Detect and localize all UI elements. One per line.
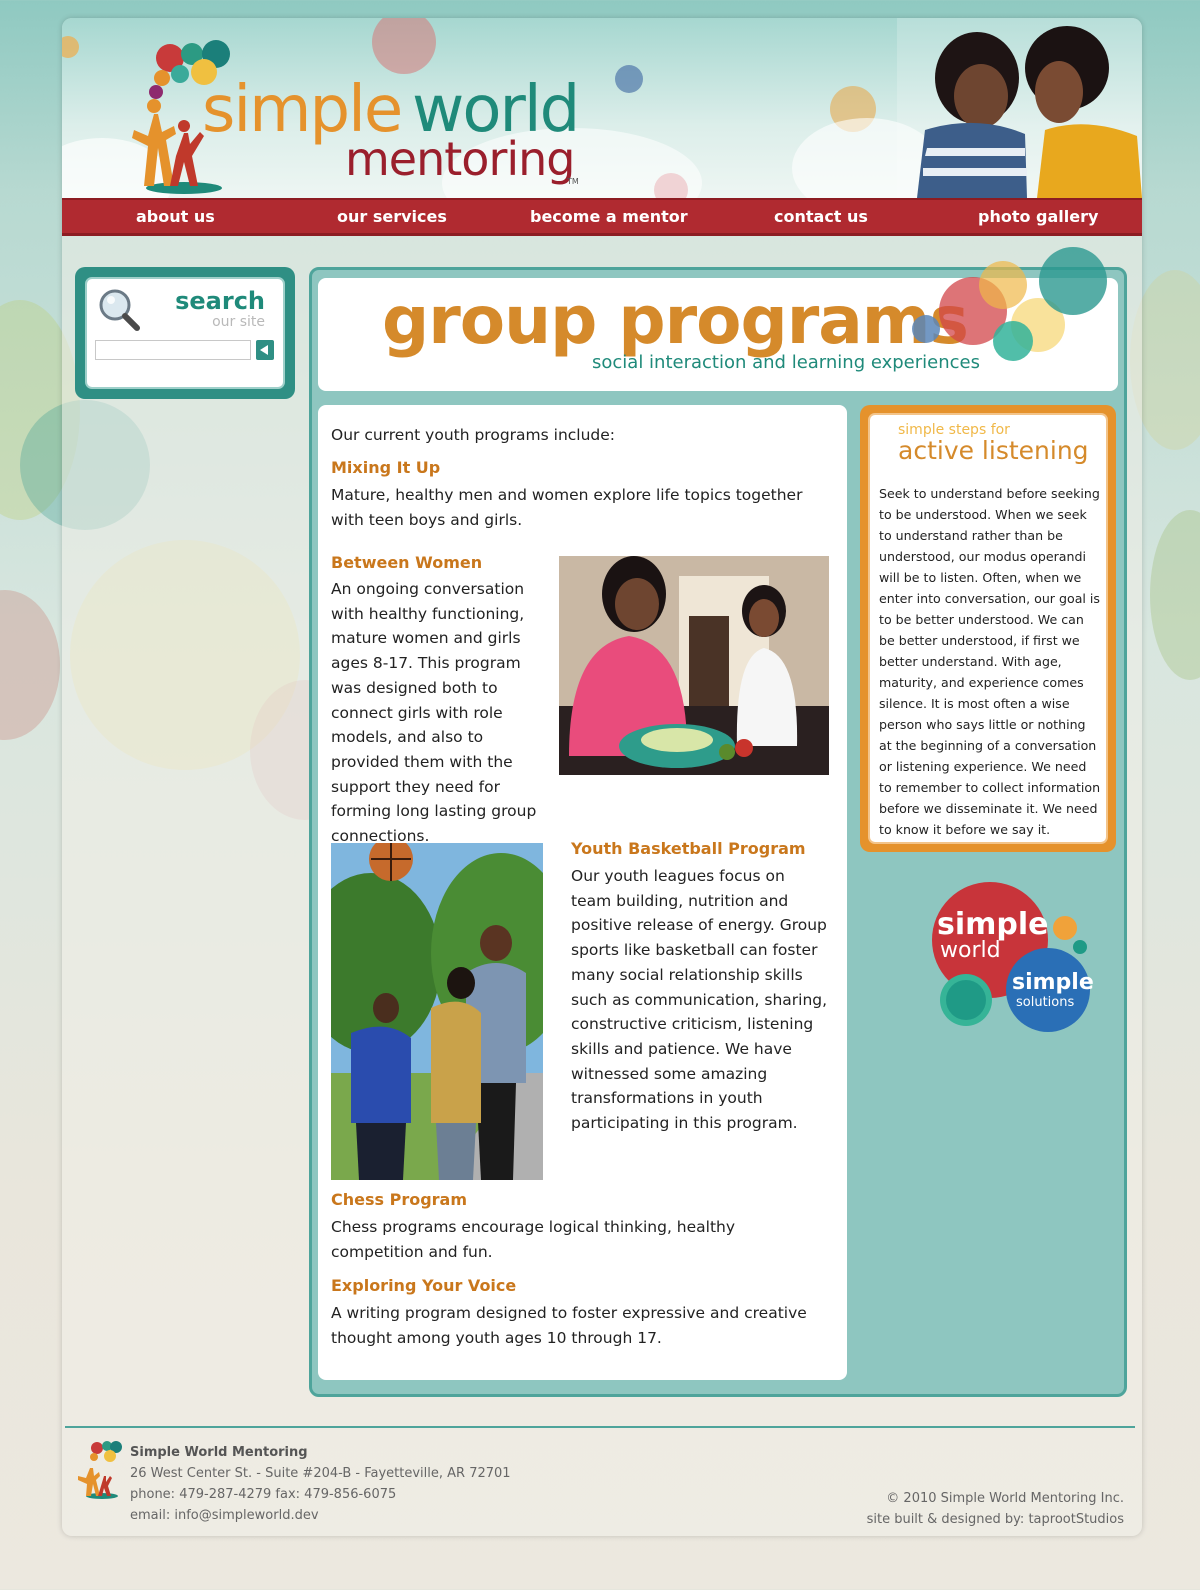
background-bokeh bbox=[0, 590, 60, 740]
active-listening-title: active listening bbox=[898, 436, 1089, 465]
program-title-chess: Chess Program bbox=[331, 1190, 468, 1209]
magnifier-icon bbox=[99, 289, 140, 331]
badge-world-text: world bbox=[940, 938, 1001, 963]
footer-copyright: © 2010 Simple World Mentoring Inc. bbox=[886, 1491, 1124, 1506]
search-widget: search our site bbox=[75, 267, 295, 399]
search-submit-button[interactable] bbox=[256, 340, 274, 360]
search-subtitle: our site bbox=[212, 314, 265, 330]
logo-trademark: TM bbox=[567, 177, 579, 186]
header-photo-women bbox=[897, 18, 1142, 198]
badge-simple-text: simple bbox=[937, 907, 1049, 942]
nav-our-services[interactable]: our services bbox=[337, 200, 447, 233]
page-title: group programs bbox=[382, 282, 969, 359]
program-title-exploring-your-voice: Exploring Your Voice bbox=[331, 1276, 517, 1295]
footer-credit[interactable]: site built & designed by: taprootStudios bbox=[867, 1509, 1124, 1530]
nav-contact-us[interactable]: contact us bbox=[774, 200, 868, 233]
nav-become-a-mentor[interactable]: become a mentor bbox=[530, 200, 688, 233]
play-arrow-icon bbox=[260, 345, 268, 355]
footer-email[interactable]: email: info@simpleworld.dev bbox=[130, 1505, 319, 1526]
page-body: { "header": { "logo_simple": "simple", "… bbox=[0, 0, 1200, 1590]
header-bubble bbox=[62, 36, 79, 58]
header: simple world mentoring TM bbox=[62, 18, 1142, 198]
badge-simple2-text: simple bbox=[1012, 970, 1094, 995]
program-text-youth-basketball: Our youth leagues focus on team building… bbox=[571, 867, 828, 1133]
footer-org-name: Simple World Mentoring bbox=[130, 1445, 308, 1460]
intro-text: Our current youth programs include: bbox=[331, 426, 616, 444]
search-title: search bbox=[175, 287, 265, 315]
program-text-mixing-it-up: Mature, healthy men and women explore li… bbox=[331, 486, 803, 529]
background-bokeh bbox=[1150, 510, 1200, 680]
footer-logo-icon bbox=[78, 1441, 122, 1499]
footer-phone: phone: 479-287-4279 fax: 479-856-6075 bbox=[130, 1487, 397, 1502]
program-text-chess: Chess programs encourage logical thinkin… bbox=[331, 1218, 736, 1261]
active-listening-kicker: simple steps for bbox=[898, 422, 1010, 438]
badge-solutions-text: solutions bbox=[1016, 995, 1075, 1010]
search-widget-inner: search our site bbox=[85, 277, 285, 389]
program-title-youth-basketball: Youth Basketball Program bbox=[571, 839, 806, 858]
footer-divider bbox=[65, 1426, 1135, 1428]
program-title-mixing-it-up: Mixing It Up bbox=[331, 458, 441, 477]
main-nav: about us our services become a mentor co… bbox=[62, 198, 1142, 236]
header-bubble bbox=[615, 65, 643, 93]
active-listening-box: simple steps for active listening Seek t… bbox=[860, 405, 1116, 852]
photo-youth-basketball bbox=[331, 843, 543, 1180]
banner-bubbles-icon bbox=[912, 247, 1107, 361]
logo-mentoring-text: mentoring bbox=[345, 132, 575, 186]
main-content: Our current youth programs include: Mixi… bbox=[318, 405, 847, 1380]
header-bubble bbox=[372, 18, 436, 74]
nav-about-us[interactable]: about us bbox=[136, 200, 215, 233]
simple-solutions-badge[interactable]: simple world simple solutions bbox=[930, 880, 1100, 1035]
program-text-exploring-your-voice: A writing program designed to foster exp… bbox=[331, 1304, 807, 1347]
active-listening-inner: simple steps for active listening Seek t… bbox=[868, 413, 1108, 844]
footer-address: 26 West Center St. - Suite #204-B - Faye… bbox=[130, 1466, 511, 1481]
program-title-between-women: Between Women bbox=[331, 553, 483, 572]
photo-between-women bbox=[559, 556, 829, 775]
nav-photo-gallery[interactable]: photo gallery bbox=[978, 200, 1098, 233]
search-input[interactable] bbox=[95, 340, 251, 360]
active-listening-body: Seek to understand before seeking to be … bbox=[879, 486, 1101, 837]
program-text-between-women: An ongoing conversation with healthy fun… bbox=[331, 580, 537, 846]
